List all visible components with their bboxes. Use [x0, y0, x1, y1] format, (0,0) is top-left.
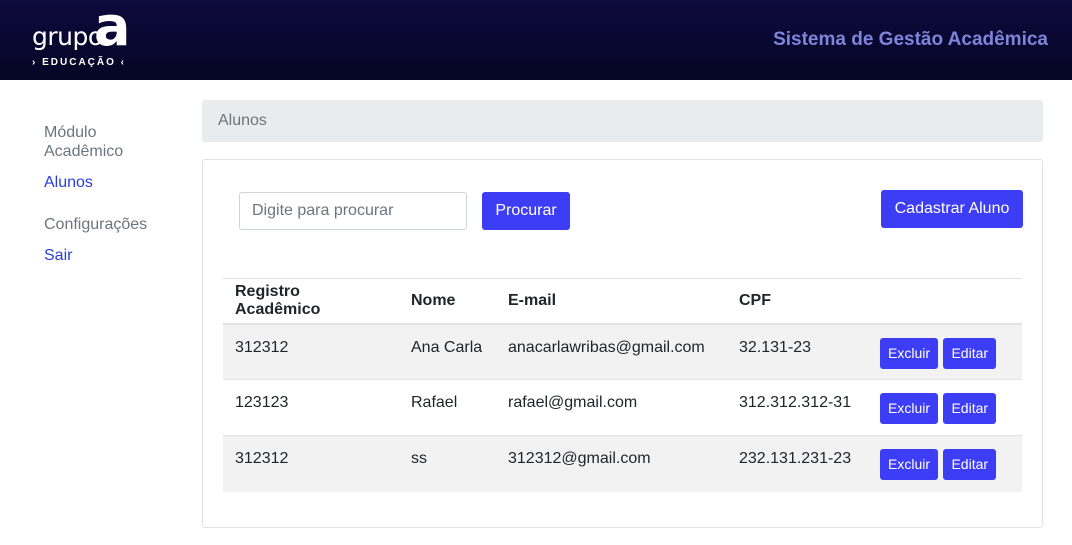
students-table: Registro Acadêmico Nome E-mail CPF 31231… — [223, 278, 1022, 492]
edit-button[interactable]: Editar — [943, 393, 997, 424]
grupo-a-logo[interactable]: grupo a › EDUCAÇÃO ‹ — [32, 0, 142, 72]
breadcrumb: Alunos — [202, 100, 1043, 142]
cell-ra: 123123 — [223, 379, 399, 436]
sidebar-item-alunos[interactable]: Alunos — [44, 173, 184, 192]
cell-email: anacarlawribas@gmail.com — [496, 323, 727, 380]
cell-actions: Excluir Editar — [868, 323, 1022, 380]
delete-button[interactable]: Excluir — [880, 449, 939, 480]
table-row: 312312 Ana Carla anacarlawribas@gmail.co… — [223, 323, 1022, 380]
edit-button[interactable]: Editar — [943, 337, 997, 369]
cell-ra: 312312 — [223, 323, 399, 380]
students-card: Procurar Cadastrar Aluno Registro Acadêm… — [202, 159, 1043, 528]
cell-cpf: 312.312.312-31 — [727, 379, 868, 436]
app-title: Sistema de Gestão Acadêmica — [773, 29, 1048, 50]
logo-letter: a — [94, 0, 131, 58]
search-input[interactable] — [239, 192, 467, 230]
logo-subtitle: › EDUCAÇÃO ‹ — [32, 57, 126, 68]
table-header-row: Registro Acadêmico Nome E-mail CPF — [223, 278, 1022, 325]
sidebar-heading-academic: Módulo Acadêmico — [44, 124, 124, 160]
table-row: 312312 ss 312312@gmail.com 232.131.231-2… — [223, 435, 1022, 492]
cell-actions: Excluir Editar — [868, 435, 1022, 492]
add-student-button[interactable]: Cadastrar Aluno — [881, 190, 1023, 228]
sidebar: Módulo Acadêmico Alunos Configurações Sa… — [44, 123, 184, 265]
logo-word: grupo — [32, 22, 103, 51]
cell-ra: 312312 — [223, 435, 399, 492]
column-header-nome: Nome — [399, 278, 496, 325]
cell-nome: ss — [399, 435, 496, 492]
cell-nome: Ana Carla — [399, 323, 496, 380]
sidebar-item-sair[interactable]: Sair — [44, 246, 184, 265]
table-row: 123123 Rafael rafael@gmail.com 312.312.3… — [223, 379, 1022, 436]
cell-nome: Rafael — [399, 379, 496, 436]
column-header-cpf: CPF — [727, 278, 868, 325]
cell-actions: Excluir Editar — [868, 379, 1022, 436]
breadcrumb-current: Alunos — [218, 112, 267, 129]
cell-cpf: 232.131.231-23 — [727, 435, 868, 492]
sidebar-heading-settings: Configurações — [44, 216, 148, 233]
column-header-actions — [868, 278, 1022, 325]
delete-button[interactable]: Excluir — [880, 393, 939, 424]
cell-cpf: 32.131-23 — [727, 323, 868, 380]
cell-email: rafael@gmail.com — [496, 379, 727, 436]
cell-email: 312312@gmail.com — [496, 435, 727, 492]
search-button[interactable]: Procurar — [482, 192, 570, 230]
column-header-email: E-mail — [496, 278, 727, 325]
edit-button[interactable]: Editar — [943, 449, 997, 480]
top-header: grupo a › EDUCAÇÃO ‹ Sistema de Gestão A… — [0, 0, 1072, 80]
delete-button[interactable]: Excluir — [880, 337, 939, 369]
column-header-ra: Registro Acadêmico — [223, 278, 399, 325]
